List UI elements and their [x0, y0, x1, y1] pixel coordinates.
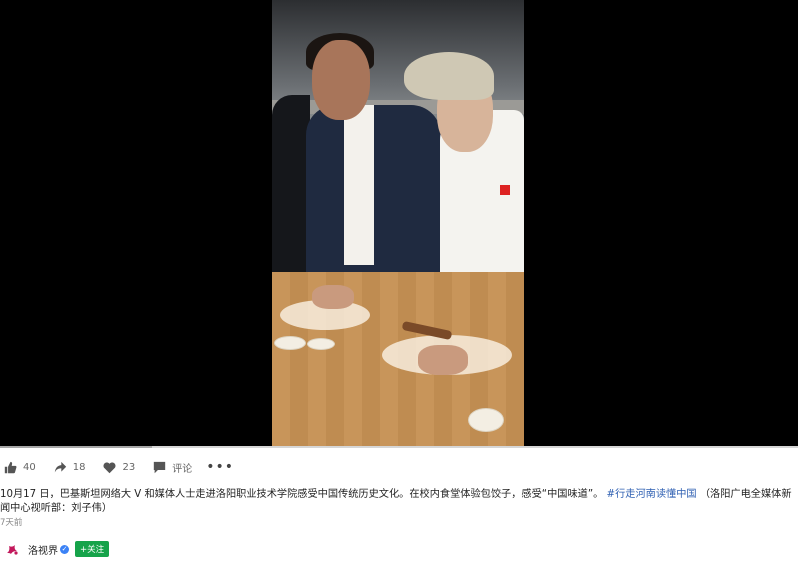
- man-head: [312, 40, 370, 120]
- heart-icon: [103, 461, 116, 473]
- video-player[interactable]: [0, 0, 798, 447]
- author-row: 洛视界 ✓ +关注: [4, 540, 110, 558]
- comment-icon: [154, 461, 166, 473]
- hand: [312, 285, 354, 309]
- comment-label: 评论: [172, 463, 193, 475]
- thumbs-up-icon: [4, 461, 17, 473]
- bystander-figure: [272, 95, 310, 275]
- follow-button[interactable]: +关注: [75, 541, 110, 557]
- share-count: 18: [72, 461, 86, 473]
- man-shirt: [344, 105, 374, 265]
- caption-text: 10月17 日，巴基斯坦网络大 V 和媒体人士走进洛阳职业技术学院感受中国传统历…: [0, 489, 604, 500]
- author-name[interactable]: 洛视界: [28, 542, 58, 557]
- video-progress-bar[interactable]: [0, 446, 798, 448]
- favorite-button[interactable]: 23: [103, 461, 135, 474]
- brand-logo-icon: [7, 545, 18, 555]
- hand: [418, 345, 468, 375]
- post-caption: 10月17 日，巴基斯坦网络大 V 和媒体人士走进洛阳职业技术学院感受中国传统历…: [0, 488, 798, 516]
- chef-cap: [404, 52, 494, 100]
- favorite-count: 23: [122, 461, 136, 473]
- post-timestamp: 7天前: [0, 518, 23, 528]
- dough-wrapper: [307, 338, 335, 350]
- comment-button[interactable]: 评论: [153, 460, 192, 475]
- like-count: 40: [23, 461, 36, 473]
- more-options-button[interactable]: •••: [206, 460, 234, 474]
- share-button[interactable]: 18: [54, 461, 86, 474]
- action-bar: 40 18 23 评论 •••: [0, 456, 234, 478]
- flag-patch: [500, 185, 510, 195]
- like-button[interactable]: 40: [4, 461, 36, 474]
- author-avatar[interactable]: [4, 541, 20, 557]
- video-frame[interactable]: [272, 0, 524, 447]
- dough-wrapper: [468, 408, 504, 432]
- verified-badge-icon: ✓: [60, 544, 69, 554]
- video-progress-fill: [0, 446, 152, 448]
- hashtag-link[interactable]: #行走河南读懂中国: [607, 489, 697, 500]
- dough-wrapper: [274, 336, 306, 350]
- share-icon: [54, 461, 66, 472]
